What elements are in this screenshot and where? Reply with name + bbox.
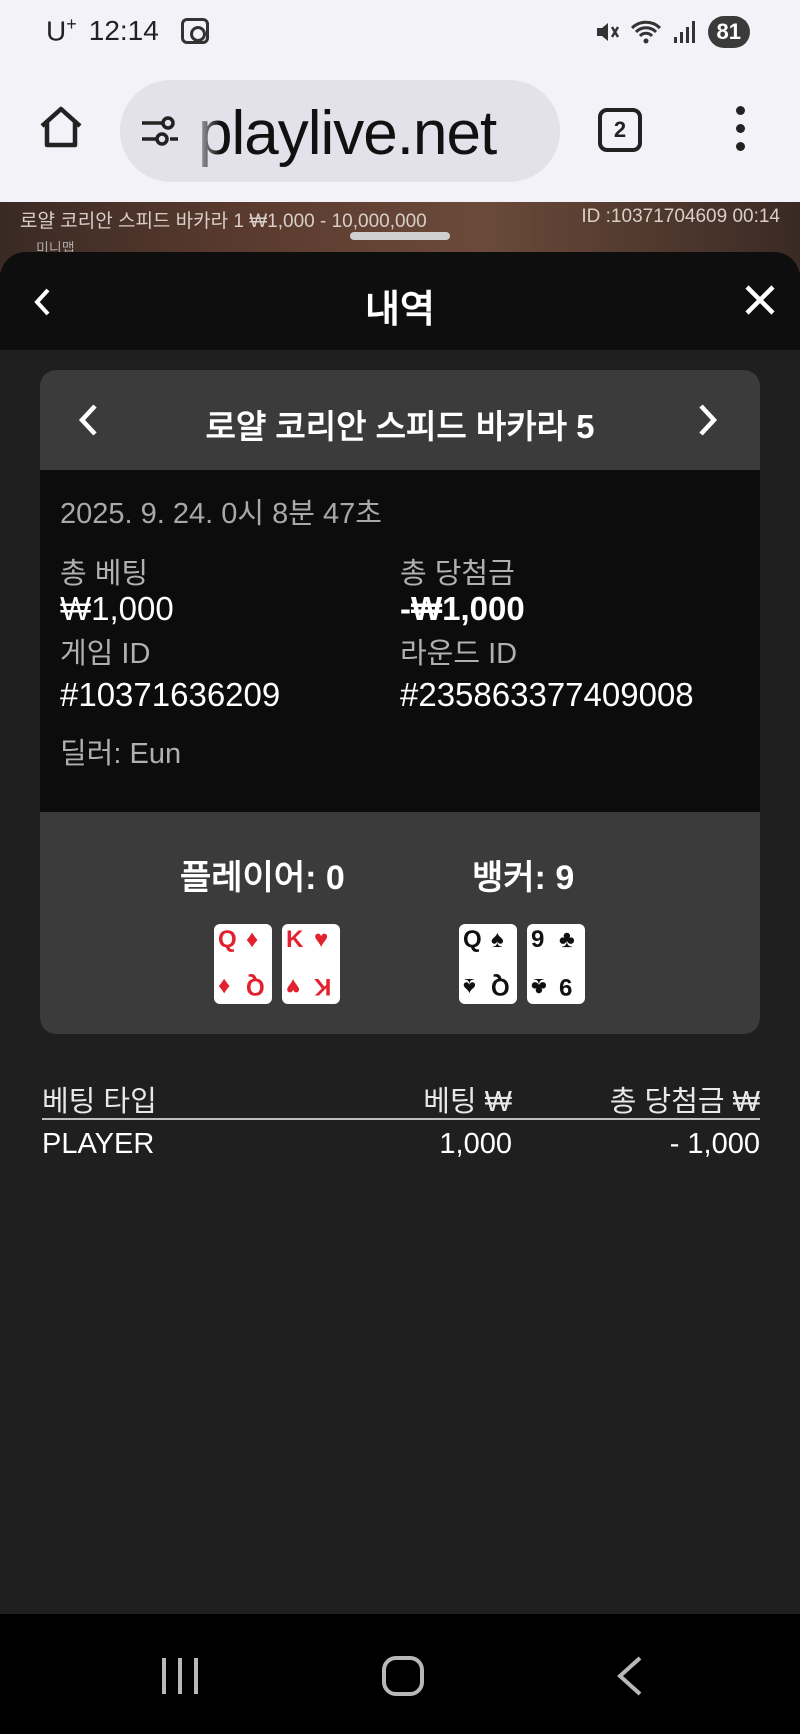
round-detail-card: 로얄 코리안 스피드 바카라 5 2025. 9. 24. 0시 8분 47초 …: [40, 370, 760, 1034]
card-suit-icon: ♥: [314, 926, 329, 953]
total-bet-value: ₩1,000: [60, 590, 174, 627]
bet-amount-header: 베팅 ₩: [423, 1086, 512, 1118]
status-time: 12:14: [88, 14, 159, 46]
tab-switcher-button[interactable]: 2: [598, 108, 642, 152]
screenshot-icon: [180, 17, 209, 44]
address-bar[interactable]: playlive.net: [120, 80, 560, 182]
round-id-label: 라운드 ID: [400, 638, 518, 670]
player-score-label: 플레이어: 0: [180, 859, 345, 897]
status-right: 81: [594, 16, 750, 48]
dealer-name: 딜러: Eun: [60, 738, 182, 770]
card-header: 로얄 코리안 스피드 바카라 5: [40, 370, 760, 470]
chevron-right-icon: [699, 404, 718, 436]
bet-type-header: 베팅 타입: [42, 1086, 157, 1118]
bet-type-cell: PLAYER: [42, 1128, 155, 1160]
nav-home-button[interactable]: [382, 1656, 424, 1696]
total-win-value: -₩1,000: [400, 590, 525, 627]
sheet-header: 내역: [0, 252, 800, 350]
bet-amount-cell: 1,000: [439, 1128, 512, 1160]
close-icon: [745, 285, 775, 315]
nav-back-button[interactable]: [610, 1654, 650, 1698]
win-amount-cell: - 1,000: [669, 1128, 760, 1160]
carrier-text: U: [46, 15, 67, 47]
site-settings-icon[interactable]: [140, 114, 180, 148]
history-sheet: 내역 로얄 코리안 스피드 바카라 5 2025. 9. 24. 0시 8분 4…: [0, 252, 800, 1614]
wifi-icon: [630, 19, 662, 45]
battery-indicator: 81: [707, 16, 750, 48]
card-rank: K: [286, 926, 304, 953]
bets-table-header: 베팅 타입 베팅 ₩ 총 당첨금 ₩: [42, 1070, 760, 1120]
status-left: U+ 12:14: [46, 14, 209, 47]
sheet-title: 내역: [365, 289, 435, 331]
card-rank: Q: [491, 973, 510, 1000]
more-menu-icon[interactable]: [730, 106, 750, 156]
home-button[interactable]: [36, 102, 86, 152]
card-suit-icon: ♣: [531, 973, 547, 1000]
sheet-drag-handle[interactable]: [350, 232, 450, 240]
card-rank: 9: [559, 973, 573, 1000]
card-suit-icon: ♦: [218, 973, 231, 1000]
card-rank: Q: [246, 973, 265, 1000]
card-rank: 9: [531, 926, 545, 953]
video-table-info: 로얄 코리안 스피드 바카라 1 ₩1,000 - 10,000,000: [20, 211, 427, 232]
playing-card: 9 ♣ ♣ 9: [527, 924, 585, 1004]
card-suit-icon: ♠: [463, 973, 476, 1000]
url-text: playlive.net: [198, 99, 497, 168]
next-round-button[interactable]: [694, 400, 720, 440]
table-row: PLAYER 1,000 - 1,000: [42, 1120, 760, 1170]
win-amount-header: 총 당첨금 ₩: [609, 1086, 760, 1118]
card-rank: K: [314, 973, 332, 1000]
total-win-label: 총 당첨금: [400, 558, 515, 590]
carrier-label: U+: [46, 14, 77, 47]
url-fade: [190, 80, 220, 182]
recent-apps-button[interactable]: [160, 1656, 200, 1696]
playing-card: Q ♠ ♠ Q: [459, 924, 517, 1004]
round-info: 2025. 9. 24. 0시 8분 47초 총 베팅 ₩1,000 총 당첨금…: [40, 470, 760, 812]
carrier-plus: +: [66, 14, 77, 34]
recent-apps-icon: [162, 1658, 198, 1694]
round-timestamp: 2025. 9. 24. 0시 8분 47초: [60, 498, 382, 530]
hands-area: 플레이어: 0 뱅커: 9 Q ♦ ♦ Q K ♥ ♥ K Q ♠ ♠ Q 9 ♣ ♣ 9: [40, 812, 760, 1034]
card-rank: Q: [463, 926, 482, 953]
close-button[interactable]: [742, 282, 778, 318]
bets-table: 베팅 타입 베팅 ₩ 총 당첨금 ₩ PLAYER 1,000 - 1,000: [42, 1070, 760, 1170]
card-suit-icon: ♥: [286, 973, 301, 1000]
card-suit-icon: ♣: [559, 926, 575, 953]
playing-card: Q ♦ ♦ Q: [214, 924, 272, 1004]
game-id-label: 게임 ID: [60, 638, 151, 670]
card-suit-icon: ♦: [246, 926, 259, 953]
video-id: ID :10371704609 00:14: [581, 206, 780, 227]
home-icon: [40, 106, 82, 148]
signal-icon: [672, 19, 698, 45]
card-suit-icon: ♠: [491, 926, 504, 953]
game-id-value: #10371636209: [60, 676, 281, 713]
game-title: 로얄 코리안 스피드 바카라 5: [205, 408, 595, 445]
system-nav-bar: [0, 1614, 800, 1734]
nav-back-icon: [617, 1656, 642, 1696]
playing-card: K ♥ ♥ K: [282, 924, 340, 1004]
mute-icon: [594, 19, 620, 45]
status-bar: U+ 12:14 81: [0, 0, 800, 66]
round-id-value: #235863377409008: [400, 676, 694, 713]
total-bet-label: 총 베팅: [60, 558, 149, 590]
browser-toolbar: playlive.net 2: [0, 66, 800, 202]
card-rank: Q: [218, 926, 237, 953]
banker-score-label: 뱅커: 9: [472, 859, 575, 897]
